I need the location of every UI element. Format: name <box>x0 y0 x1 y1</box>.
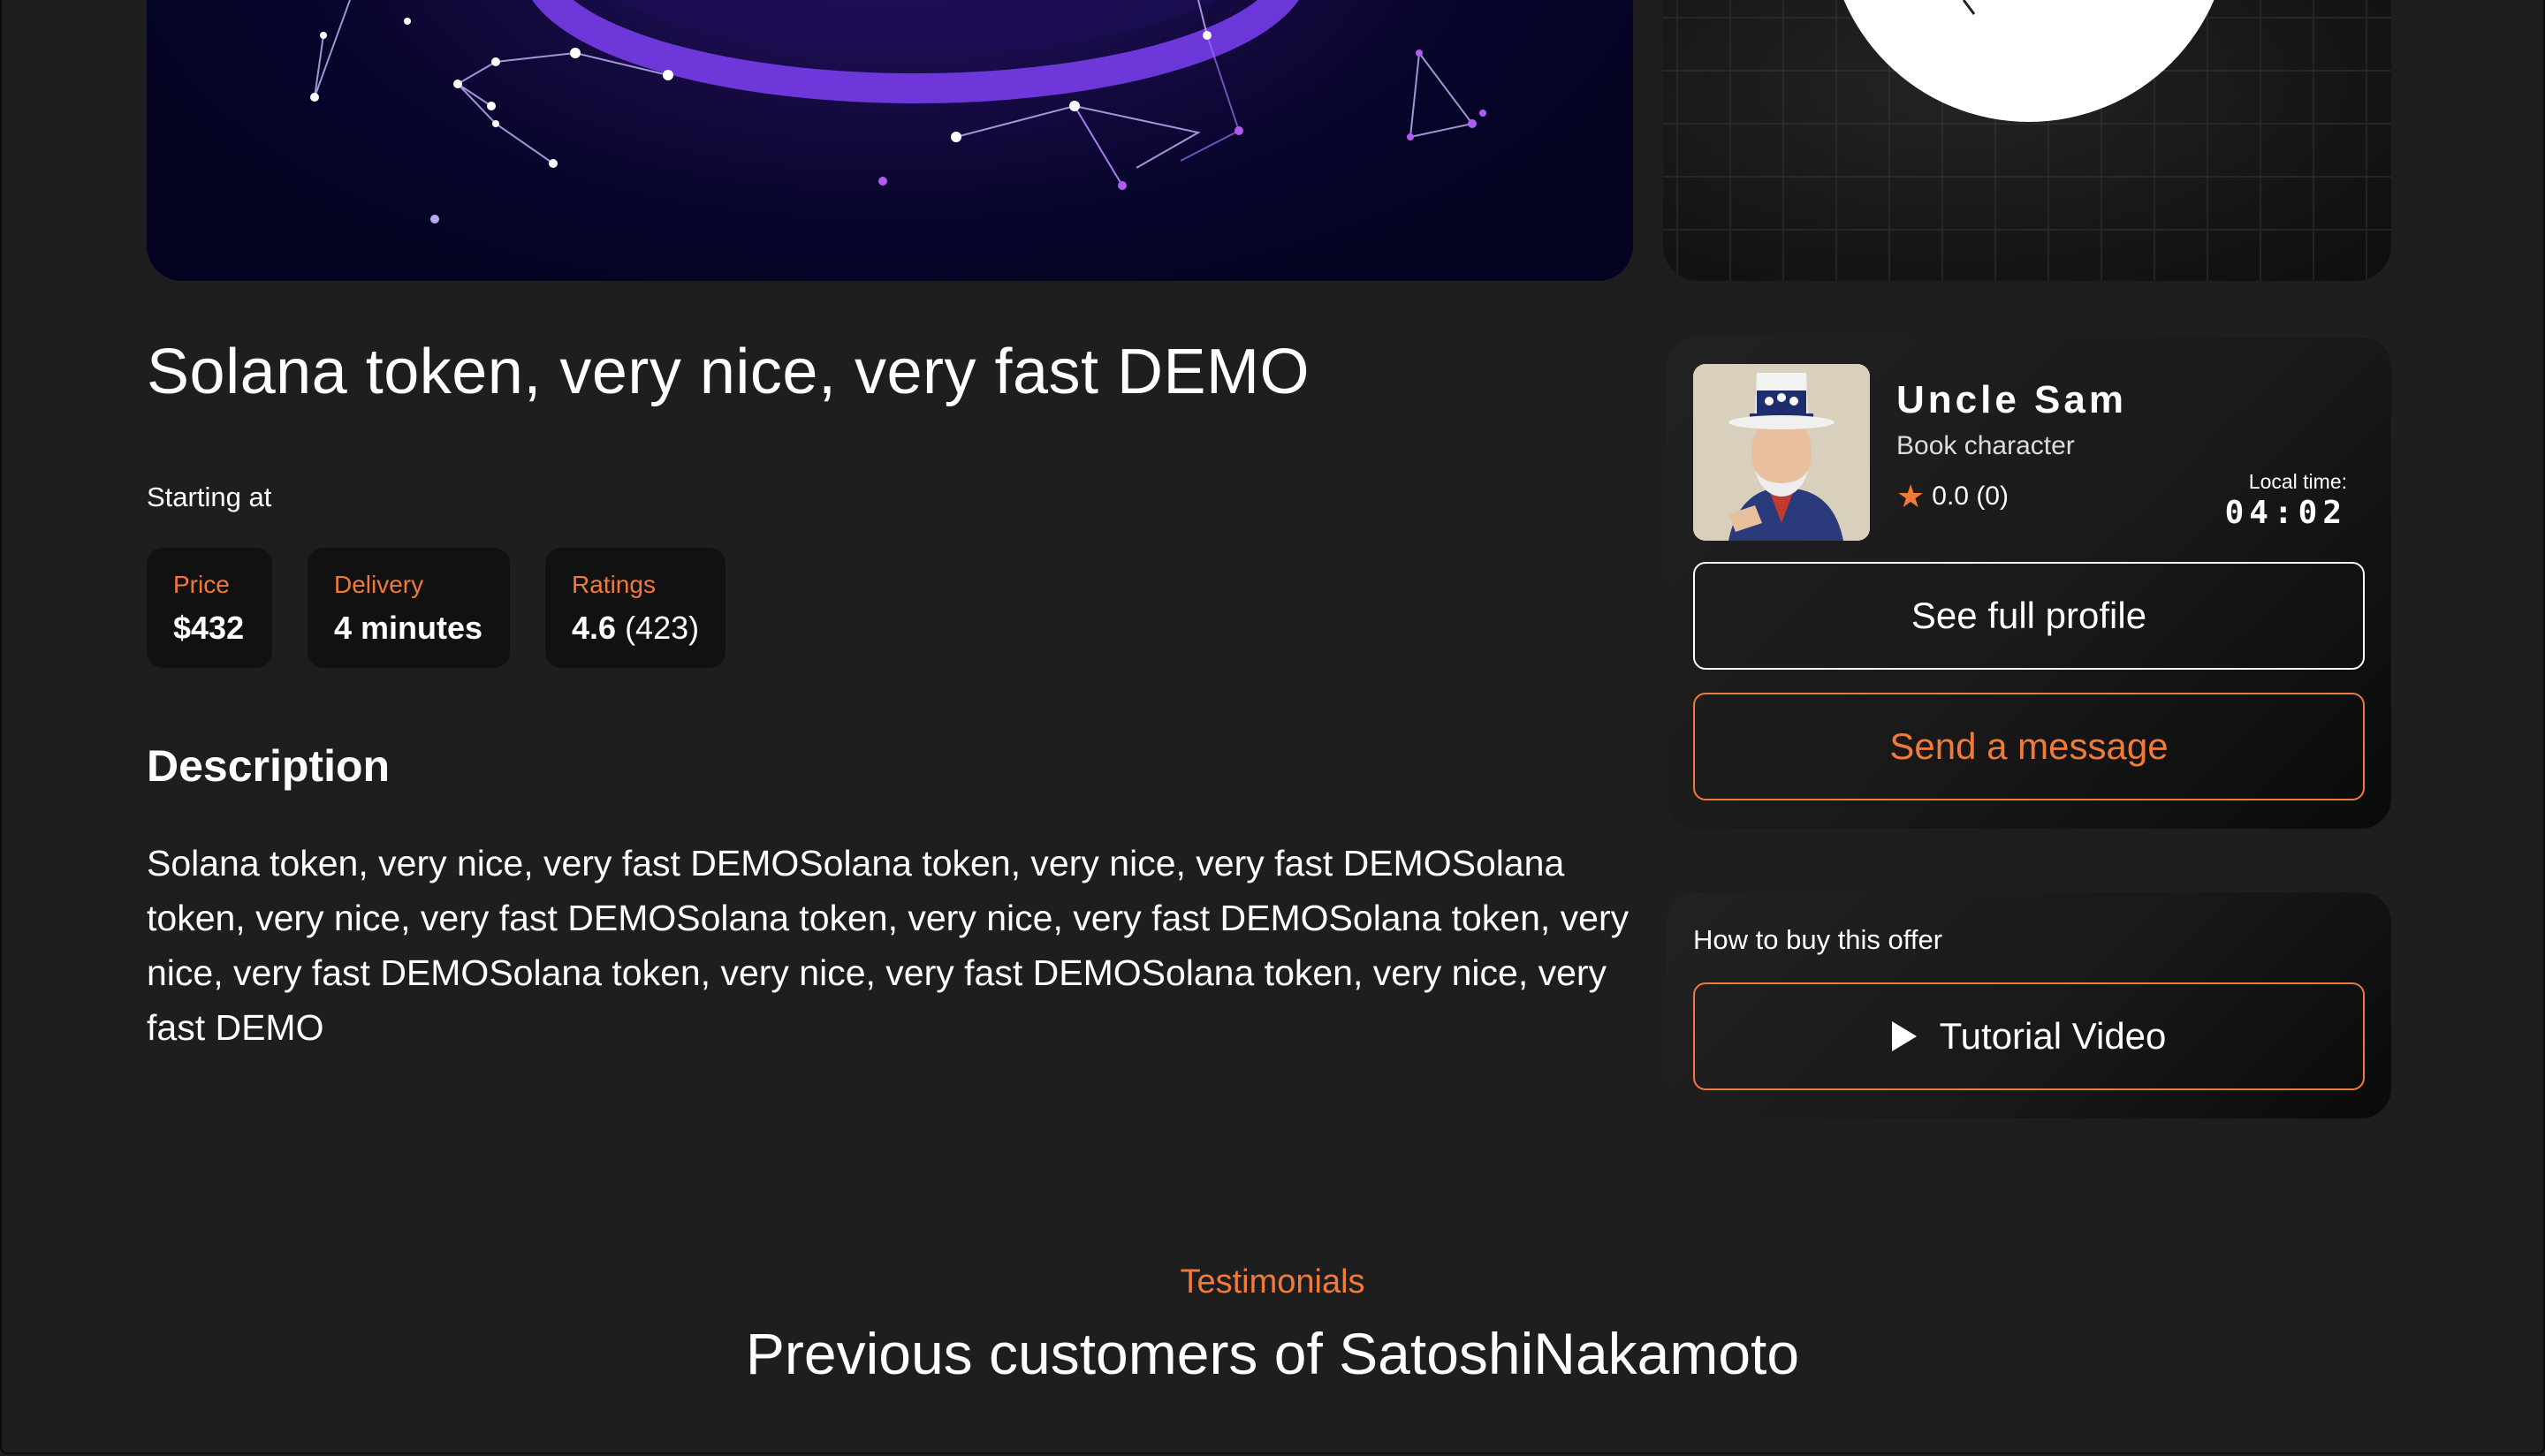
testimonials-title: Previous customers of SatoshiNakamoto <box>745 1321 1800 1386</box>
ratings-stat: Ratings 4.6 (423) <box>545 548 726 668</box>
seller-rating-value: 0.0 (0) <box>1932 482 2009 511</box>
seller-cover-image <box>1663 0 2391 281</box>
see-full-profile-button[interactable]: See full profile <box>1693 562 2365 670</box>
play-icon <box>1891 1021 1917 1051</box>
starting-at-label: Starting at <box>147 482 272 512</box>
how-to-buy-label: How to buy this offer <box>1693 924 1943 955</box>
ratings-count: (423) <box>625 610 700 646</box>
delivery-stat: Delivery 4 minutes <box>308 548 510 668</box>
delivery-label: Delivery <box>334 571 424 598</box>
delivery-value: 4 minutes <box>334 610 483 646</box>
seller-card: Uncle Sam Book character ★ 0.0 (0) Local… <box>1667 337 2391 829</box>
local-time-label: Local time: <box>2248 470 2347 493</box>
ratings-label: Ratings <box>572 571 656 598</box>
seller-rating: ★ 0.0 (0) <box>1896 481 2009 512</box>
ratings-value: 4.6 <box>572 610 617 646</box>
how-to-buy-card: How to buy this offer Tutorial Video <box>1667 892 2391 1119</box>
description-heading: Description <box>147 741 391 791</box>
price-label: Price <box>173 571 230 598</box>
avatar[interactable] <box>1693 364 1870 541</box>
seller-name[interactable]: Uncle Sam <box>1896 378 2127 422</box>
offer-title: Solana token, very nice, very fast DEMO <box>147 337 1310 407</box>
send-message-button[interactable]: Send a message <box>1693 693 2365 800</box>
testimonials-kicker: Testimonials <box>1180 1263 1365 1301</box>
tutorial-video-button[interactable]: Tutorial Video <box>1693 982 2365 1090</box>
price-value: $432 <box>173 610 245 646</box>
price-stat: Price $432 <box>147 548 272 668</box>
star-icon: ★ <box>1896 478 1926 514</box>
offer-hero-image <box>147 0 1633 281</box>
description-text: Solana token, very nice, very fast DEMOS… <box>147 843 1630 1048</box>
tutorial-video-label: Tutorial Video <box>1939 1015 2167 1057</box>
seller-role: Book character <box>1896 431 2075 460</box>
local-time-value: 04:02 <box>2224 495 2347 531</box>
ratings-value-line: 4.6 (423) <box>572 610 699 647</box>
